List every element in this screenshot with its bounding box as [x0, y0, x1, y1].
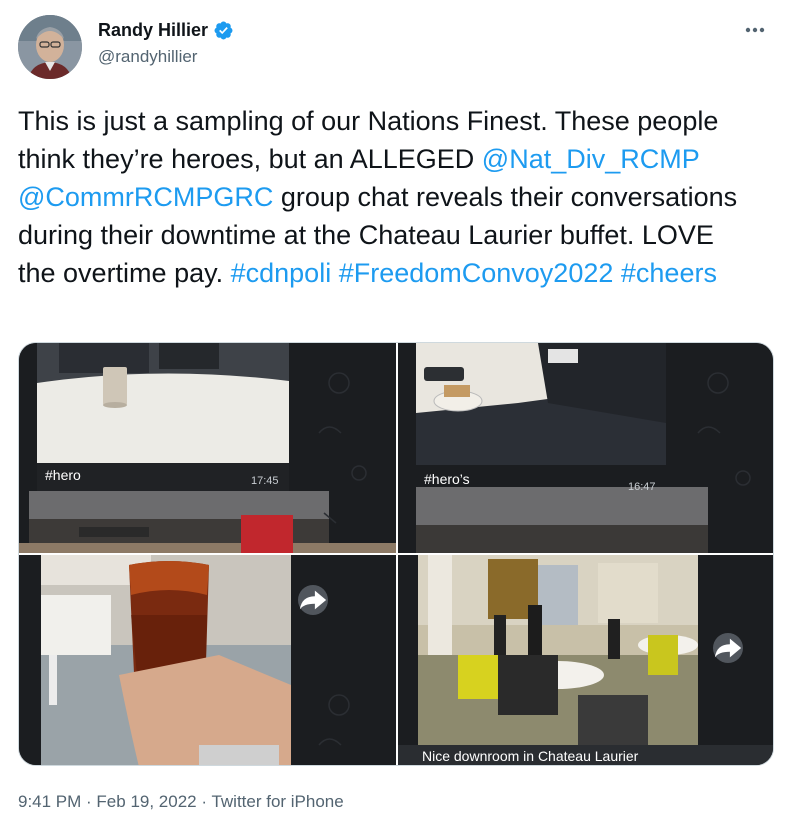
author-block: Randy Hillier @randyhillier — [98, 20, 234, 67]
hashtag-cheers[interactable]: #cheers — [621, 258, 717, 288]
tweet-date[interactable]: Feb 19, 2022 — [96, 792, 196, 811]
share-arrow-icon[interactable] — [298, 585, 328, 615]
media-image-2[interactable]: #hero’s 16:47 — [398, 343, 773, 553]
tweet-source[interactable]: Twitter for iPhone — [211, 792, 343, 811]
tweet-time[interactable]: 9:41 PM — [18, 792, 81, 811]
media-image-4[interactable]: Nice downroom in Chateau Laurier — [398, 555, 773, 765]
image-2-caption: #hero’s — [424, 471, 470, 487]
mention-commr-rcmpgrc[interactable]: @CommrRCMPGRC — [18, 182, 273, 212]
media-image-3[interactable] — [19, 555, 396, 765]
separator: · — [81, 792, 97, 811]
name-row: Randy Hillier — [98, 20, 234, 41]
media-grid: #hero 17:45 #hero’s 16:47 Nice downroom … — [18, 342, 774, 766]
separator: · — [196, 792, 212, 811]
author-handle[interactable]: @randyhillier — [98, 47, 234, 67]
share-arrow-icon[interactable] — [713, 633, 743, 663]
image-1-caption: #hero — [45, 467, 81, 483]
hashtag-freedomconvoy2022[interactable]: #FreedomConvoy2022 — [339, 258, 614, 288]
tweet-metadata: 9:41 PM · Feb 19, 2022 · Twitter for iPh… — [18, 792, 344, 812]
image-1-time: 17:45 — [251, 475, 279, 487]
tweet: Randy Hillier @randyhillier This is just… — [0, 0, 792, 836]
verified-badge-icon — [213, 20, 234, 41]
image-4-caption: Nice downroom in Chateau Laurier — [398, 745, 773, 765]
tweet-text: This is just a sampling of our Nations F… — [18, 102, 758, 292]
mention-nat-div-rcmp[interactable]: @Nat_Div_RCMP — [482, 144, 699, 174]
avatar[interactable] — [18, 15, 82, 79]
media-image-1[interactable]: #hero 17:45 — [19, 343, 396, 553]
hashtag-cdnpoli[interactable]: #cdnpoli — [231, 258, 332, 288]
image-2-time: 16:47 — [628, 481, 656, 493]
more-options-icon[interactable] — [740, 20, 770, 40]
author-name[interactable]: Randy Hillier — [98, 20, 208, 41]
